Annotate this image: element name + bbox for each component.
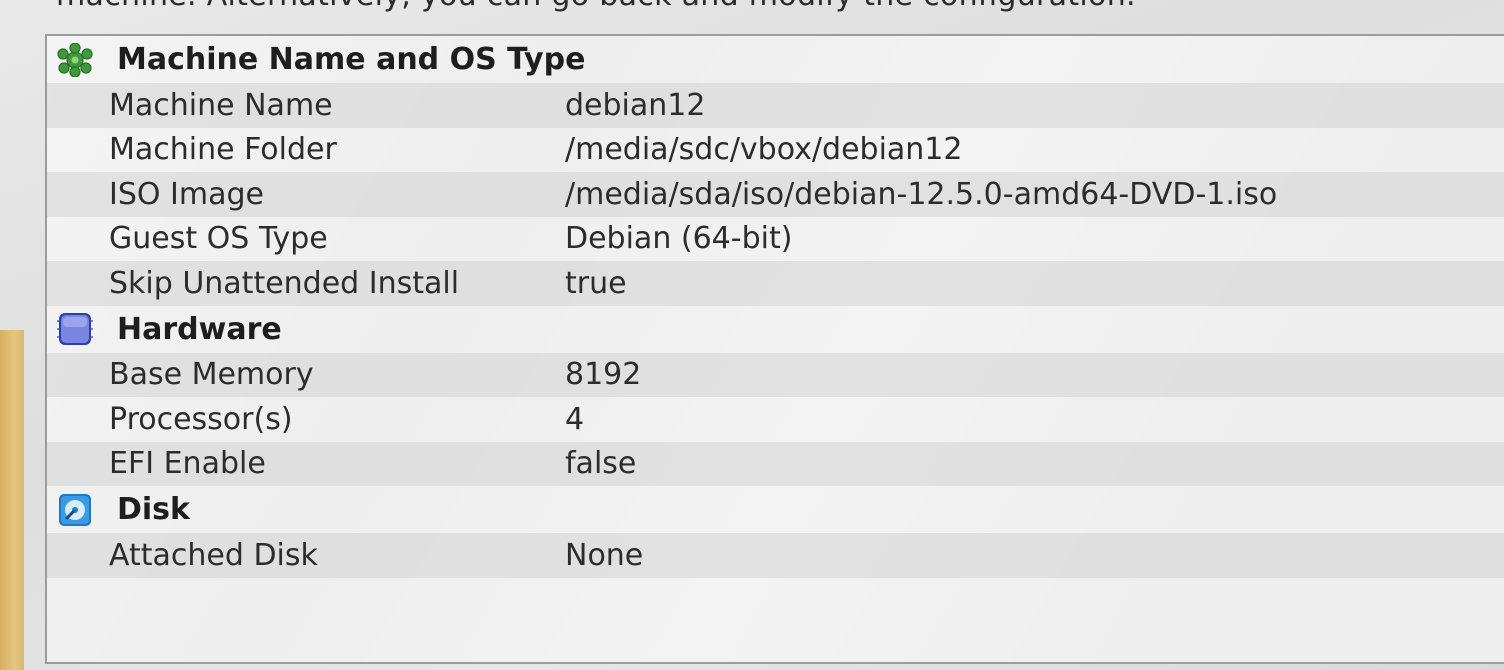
- disk-icon: [55, 490, 95, 530]
- row-key: Base Memory: [109, 357, 314, 393]
- row-key: Machine Folder: [109, 132, 337, 168]
- row-key: Machine Name: [109, 87, 333, 123]
- section-machine-name-os-type[interactable]: Machine Name and OS Type: [47, 36, 1504, 83]
- row-key: EFI Enable: [109, 446, 266, 482]
- row-value: Debian (64-bit): [565, 221, 793, 257]
- table-row[interactable]: Machine Name debian12: [47, 83, 1504, 128]
- table-row[interactable]: Skip Unattended Install true: [47, 261, 1504, 306]
- table-row[interactable]: EFI Enable false: [47, 441, 1504, 486]
- section-disk[interactable]: Disk: [47, 486, 1504, 533]
- row-key: ISO Image: [109, 176, 264, 212]
- row-key: Guest OS Type: [109, 221, 328, 257]
- section-title: Hardware: [117, 311, 282, 347]
- row-value: 8192: [565, 357, 642, 393]
- row-value: None: [565, 537, 644, 573]
- gear-puzzle-icon: [55, 40, 95, 80]
- table-row[interactable]: Base Memory 8192: [47, 352, 1504, 397]
- section-hardware[interactable]: Hardware: [47, 306, 1504, 353]
- row-key: Attached Disk: [109, 537, 318, 573]
- table-row[interactable]: Machine Folder /media/sdc/vbox/debian12: [47, 128, 1504, 173]
- row-value: /media/sdc/vbox/debian12: [565, 132, 963, 168]
- table-row[interactable]: ISO Image /media/sda/iso/debian-12.5.0-a…: [47, 172, 1504, 217]
- section-title: Disk: [117, 492, 190, 527]
- row-value: true: [565, 265, 627, 301]
- description-text: machine. Alternatively, you can go back …: [56, 0, 1136, 13]
- table-row[interactable]: Guest OS Type Debian (64-bit): [47, 217, 1504, 262]
- section-title: Machine Name and OS Type: [117, 42, 586, 77]
- row-value: debian12: [565, 87, 706, 123]
- row-key: Processor(s): [109, 401, 293, 437]
- row-value: /media/sda/iso/debian-12.5.0-amd64-DVD-1…: [565, 176, 1278, 212]
- summary-tree[interactable]: Machine Name and OS Type Machine Name de…: [45, 34, 1504, 664]
- background-strip: [0, 330, 24, 670]
- row-value: 4: [565, 401, 585, 437]
- row-value: false: [565, 446, 637, 482]
- table-row[interactable]: Processor(s) 4: [47, 397, 1504, 442]
- row-key: Skip Unattended Install: [109, 265, 460, 301]
- chip-icon: [55, 309, 95, 349]
- table-row[interactable]: Attached Disk None: [47, 533, 1504, 578]
